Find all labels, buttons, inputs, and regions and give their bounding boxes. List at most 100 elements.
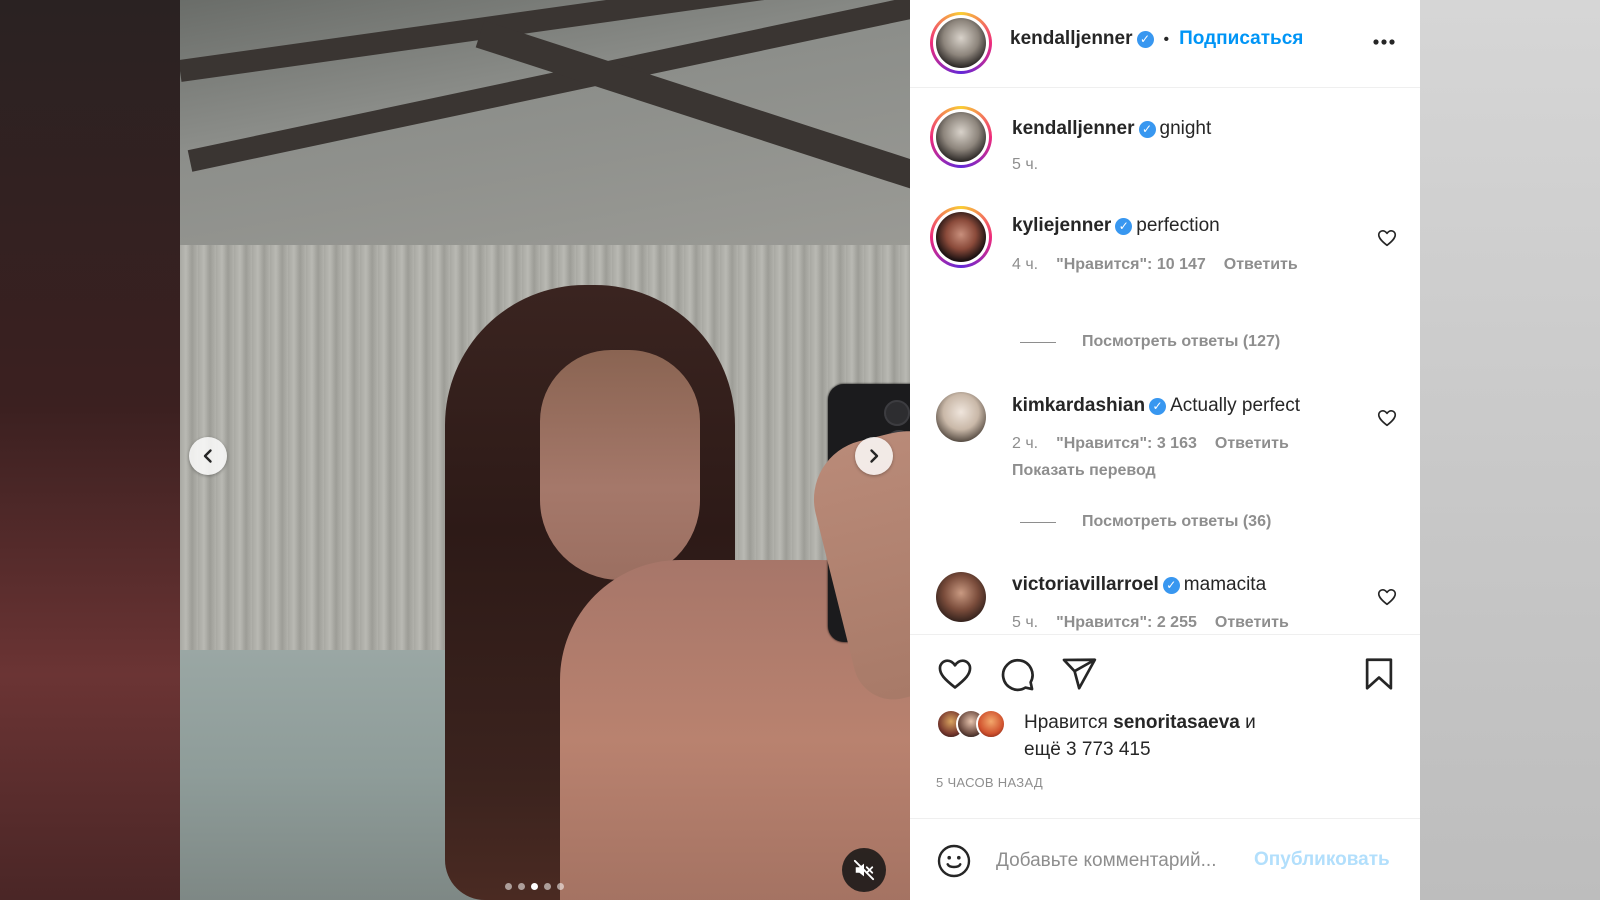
save-button[interactable]: [1360, 655, 1398, 698]
post-timestamp[interactable]: 5 ЧАСОВ НАЗАД: [936, 775, 1043, 790]
view-replies-button[interactable]: Посмотреть ответы (127): [1020, 333, 1280, 351]
heart-icon: [938, 659, 972, 689]
carousel-next-button[interactable]: [855, 437, 893, 475]
post-actions: Нравится senoritasaeva и ещё 3 773 415 5…: [910, 634, 1420, 900]
bookmark-icon: [1365, 658, 1393, 690]
view-replies-label: Посмотреть ответы (127): [1082, 333, 1281, 350]
comment-avatar[interactable]: [936, 572, 986, 622]
avatar: [936, 18, 986, 68]
backdrop-left: [0, 0, 180, 900]
reply-button[interactable]: Ответить: [1215, 435, 1289, 452]
comment-time: 4 ч.: [1012, 256, 1039, 273]
emoji-picker-button[interactable]: [936, 843, 972, 884]
carousel-dot: [544, 883, 551, 890]
comment-button[interactable]: [998, 655, 1036, 698]
avatar: [936, 212, 986, 262]
comment-text: mamacita: [1183, 574, 1267, 595]
carousel-prev-button[interactable]: [189, 437, 227, 475]
comment-like-button[interactable]: [1376, 407, 1398, 434]
paper-plane-icon: [1062, 658, 1097, 690]
reply-button[interactable]: Ответить: [1215, 614, 1289, 631]
comment-meta: 4 ч. "Нравится": 10 147 Ответить: [1012, 256, 1316, 274]
comment-like-button[interactable]: [1376, 586, 1398, 613]
verified-badge-icon: ✓: [1115, 218, 1133, 235]
post-side-panel: kendalljenner ✓ • Подписаться kendalljenner…: [910, 0, 1420, 900]
share-button[interactable]: [1060, 655, 1098, 698]
heart-icon: [1377, 230, 1397, 247]
smiley-icon: [937, 844, 971, 878]
post-media: [180, 0, 910, 900]
comment-item: kimkardashian ✓ Actually perfect 2 ч. "Нрав…: [910, 380, 1420, 480]
likes-and: и: [1245, 712, 1256, 733]
likes-count[interactable]: ещё 3 773 415: [1024, 739, 1151, 760]
reply-button[interactable]: Ответить: [1224, 256, 1298, 273]
separator-dot: •: [1163, 31, 1170, 48]
comment-bubble-icon: [1001, 658, 1034, 692]
like-button[interactable]: [936, 655, 974, 698]
speaker-muted-icon: [853, 859, 875, 881]
caption-text: gnight: [1159, 118, 1212, 139]
carousel-dot: [557, 883, 564, 890]
comment-meta: 2 ч. "Нравится": 3 163 Ответить: [1012, 435, 1307, 453]
comment-username[interactable]: kimkardashian: [1012, 395, 1145, 416]
replies-dash: [1020, 521, 1056, 523]
more-options-button[interactable]: [1370, 28, 1398, 63]
more-horizontal-icon: [1373, 39, 1395, 45]
replies-dash: [1020, 341, 1056, 343]
likes-summary: Нравится senoritasaeva и ещё 3 773 415: [1024, 709, 1256, 763]
photo-phone-lens: [884, 400, 910, 426]
header-user-row: kendalljenner ✓ • Подписаться: [1010, 28, 1303, 50]
caption-time: 5 ч.: [1012, 156, 1039, 173]
comment-avatar[interactable]: [936, 392, 986, 442]
comment-input[interactable]: [996, 845, 1251, 877]
heart-icon: [1377, 589, 1397, 606]
mute-toggle-button[interactable]: [842, 848, 886, 892]
avatar: [936, 112, 986, 162]
chevron-left-icon: [203, 449, 212, 463]
publish-button[interactable]: Опубликовать: [1254, 849, 1390, 871]
comment-line: kyliejenner ✓ perfection: [1012, 215, 1220, 237]
comment-meta: 5 ч. "Нравится": 2 255 Ответить: [1012, 614, 1307, 632]
comment-line: victoriavillarroel ✓ mamacita: [1012, 574, 1266, 596]
carousel-dot: [518, 883, 525, 890]
post-caption: kendalljenner ✓ gnight 5 ч.: [910, 104, 1420, 184]
comment-likes[interactable]: "Нравится": 3 163: [1056, 435, 1197, 452]
chevron-right-icon: [870, 449, 879, 463]
caption-line: kendalljenner ✓ gnight: [1012, 118, 1211, 140]
comment-text: perfection: [1136, 215, 1220, 236]
caption-username[interactable]: kendalljenner: [1012, 118, 1135, 139]
verified-badge-icon: ✓: [1162, 577, 1180, 594]
view-replies-button[interactable]: Посмотреть ответы (36): [1020, 513, 1271, 531]
author-avatar[interactable]: [930, 12, 992, 74]
verified-badge-icon: ✓: [1138, 121, 1156, 138]
caption-avatar[interactable]: [930, 106, 992, 168]
comment-likes[interactable]: "Нравится": 10 147: [1056, 256, 1206, 273]
comment-avatar[interactable]: [930, 206, 992, 268]
view-replies-label: Посмотреть ответы (36): [1082, 513, 1272, 530]
show-translation-button[interactable]: Показать перевод: [1012, 462, 1156, 480]
heart-icon: [1377, 410, 1397, 427]
comment-time: 2 ч.: [1012, 435, 1039, 452]
comment-like-button[interactable]: [1376, 227, 1398, 254]
add-comment-form: Опубликовать: [910, 818, 1420, 900]
comment-time: 5 ч.: [1012, 614, 1039, 631]
comment-likes[interactable]: "Нравится": 2 255: [1056, 614, 1197, 631]
comment-username[interactable]: victoriavillarroel: [1012, 574, 1159, 595]
post-header: kendalljenner ✓ • Подписаться: [910, 0, 1420, 88]
comment-text: Actually perfect: [1170, 395, 1300, 416]
verified-badge-icon: ✓: [1149, 398, 1167, 415]
verified-badge-icon: ✓: [1136, 31, 1154, 48]
carousel-indicator: [505, 883, 564, 890]
comment-line: kimkardashian ✓ Actually perfect: [1012, 395, 1300, 417]
comment-username[interactable]: kyliejenner: [1012, 215, 1111, 236]
liked-by-username[interactable]: senoritasaeva: [1113, 712, 1240, 733]
comment-item: victoriavillarroel ✓ mamacita 5 ч. "Нравитс…: [910, 560, 1420, 632]
photo-face: [540, 350, 700, 580]
backdrop-right: [1420, 0, 1600, 900]
follow-button[interactable]: Подписаться: [1179, 28, 1303, 49]
comment-item: kyliejenner ✓ perfection 4 ч. "Нравится": 1…: [910, 202, 1420, 282]
carousel-dot: [531, 883, 538, 890]
likes-prefix: Нравится: [1024, 712, 1108, 733]
carousel-dot: [505, 883, 512, 890]
author-username[interactable]: kendalljenner: [1010, 28, 1133, 49]
